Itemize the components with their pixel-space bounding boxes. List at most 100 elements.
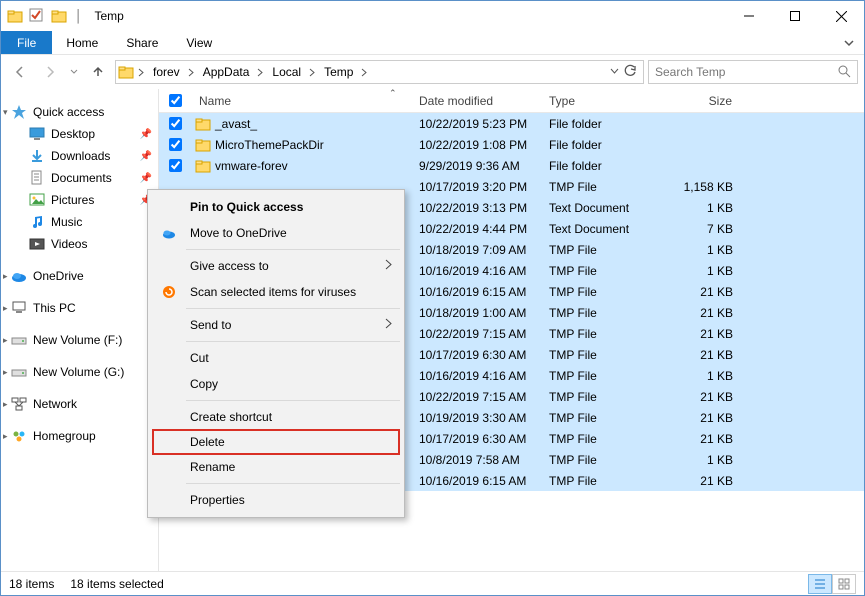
chevron-right-icon[interactable]: ▸: [3, 399, 8, 410]
breadcrumb-segment[interactable]: Temp: [320, 65, 357, 79]
nav-item-label: New Volume (F:): [33, 333, 122, 347]
forward-button[interactable]: [37, 59, 63, 85]
nav-item-downloads[interactable]: Downloads📌: [1, 145, 158, 167]
file-date: 10/8/2019 7:58 AM: [419, 453, 549, 467]
search-icon[interactable]: [837, 64, 851, 81]
chevron-right-icon[interactable]: ▸: [3, 271, 8, 282]
menu-item-rename[interactable]: Rename: [150, 454, 402, 480]
file-size: 1 KB: [661, 243, 745, 257]
recent-locations-button[interactable]: [67, 59, 81, 85]
menu-item-pin-to-quick-access[interactable]: Pin to Quick access: [150, 194, 402, 220]
nav-item-onedrive[interactable]: ▸OneDrive: [1, 265, 158, 287]
chevron-right-icon[interactable]: [186, 65, 197, 79]
menu-item-delete[interactable]: Delete: [152, 429, 400, 455]
minimize-button[interactable]: [726, 1, 772, 31]
menu-item-label: Give access to: [190, 259, 269, 273]
view-tab[interactable]: View: [172, 31, 226, 54]
file-size: 21 KB: [661, 411, 745, 425]
row-checkbox[interactable]: [169, 159, 195, 172]
nav-item-new-volume-f-[interactable]: ▸ New Volume (F:): [1, 329, 158, 351]
item-count: 18 items: [9, 577, 54, 591]
file-type: File folder: [549, 138, 661, 152]
folder-open-icon[interactable]: [51, 8, 67, 24]
column-type[interactable]: Type: [549, 94, 661, 108]
file-size: 1,158 KB: [661, 180, 745, 194]
chevron-down-icon[interactable]: ▾: [3, 107, 8, 118]
row-checkbox[interactable]: [169, 117, 195, 130]
address-dropdown-icon[interactable]: [610, 65, 619, 79]
chevron-right-icon[interactable]: [307, 65, 318, 79]
file-type: TMP File: [549, 390, 661, 404]
file-type: File folder: [549, 159, 661, 173]
folder-icon: [118, 64, 134, 80]
chevron-right-icon[interactable]: ▸: [3, 367, 8, 378]
nav-item-videos[interactable]: Videos: [1, 233, 158, 255]
nav-item-documents[interactable]: Documents📌: [1, 167, 158, 189]
nav-item-homegroup[interactable]: ▸Homegroup: [1, 425, 158, 447]
share-tab[interactable]: Share: [112, 31, 172, 54]
menu-item-label: Create shortcut: [190, 410, 272, 424]
menu-item-properties[interactable]: Properties: [150, 487, 402, 513]
search-box[interactable]: Search Temp: [648, 60, 858, 84]
file-type: TMP File: [549, 474, 661, 488]
close-button[interactable]: [818, 1, 864, 31]
menu-separator: [186, 341, 400, 342]
quick-access-icon: [11, 104, 27, 120]
breadcrumb-segment[interactable]: forev: [149, 65, 184, 79]
nav-item-music[interactable]: Music: [1, 211, 158, 233]
quick-access-group[interactable]: ▾ Quick access: [1, 101, 158, 123]
file-date: 10/22/2019 7:15 AM: [419, 327, 549, 341]
column-date[interactable]: Date modified: [419, 94, 549, 108]
maximize-button[interactable]: [772, 1, 818, 31]
select-all-checkbox[interactable]: [169, 94, 195, 107]
file-row[interactable]: _avast_10/22/2019 5:23 PMFile folder: [159, 113, 864, 134]
file-tab[interactable]: File: [1, 31, 52, 54]
folder-icon: [195, 137, 211, 153]
large-icons-view-button[interactable]: [832, 574, 856, 594]
column-name[interactable]: Name: [195, 94, 419, 108]
up-button[interactable]: [85, 59, 111, 85]
chevron-right-icon[interactable]: ▸: [3, 303, 8, 314]
menu-item-cut[interactable]: Cut: [150, 345, 402, 371]
column-size[interactable]: Size: [661, 94, 745, 108]
nav-item-pictures[interactable]: Pictures📌: [1, 189, 158, 211]
file-date: 9/29/2019 9:36 AM: [419, 159, 549, 173]
breadcrumb-segment[interactable]: AppData: [199, 65, 254, 79]
folder-icon: [195, 116, 211, 132]
file-row[interactable]: vmware-forev9/29/2019 9:36 AMFile folder: [159, 155, 864, 176]
menu-item-move-to-onedrive[interactable]: Move to OneDrive: [150, 220, 402, 246]
nav-item-desktop[interactable]: Desktop📌: [1, 123, 158, 145]
file-row[interactable]: MicroThemePackDir10/22/2019 1:08 PMFile …: [159, 134, 864, 155]
menu-item-create-shortcut[interactable]: Create shortcut: [150, 404, 402, 430]
menu-item-send-to[interactable]: Send to: [150, 312, 402, 338]
avast-icon: [160, 283, 178, 301]
chevron-right-icon[interactable]: [359, 65, 370, 79]
file-date: 10/16/2019 4:16 AM: [419, 264, 549, 278]
address-bar[interactable]: forev AppData Local Temp: [115, 60, 644, 84]
breadcrumb-segment[interactable]: Local: [268, 65, 305, 79]
file-size: 21 KB: [661, 306, 745, 320]
back-button[interactable]: [7, 59, 33, 85]
nav-item-this-pc[interactable]: ▸ This PC: [1, 297, 158, 319]
menu-item-label: Move to OneDrive: [190, 226, 287, 240]
details-view-button[interactable]: [808, 574, 832, 594]
chevron-right-icon[interactable]: ▸: [3, 335, 8, 346]
refresh-button[interactable]: [623, 64, 637, 81]
chevron-right-icon[interactable]: [136, 65, 147, 79]
home-tab[interactable]: Home: [52, 31, 112, 54]
menu-item-scan-selected-items-for-viruses[interactable]: Scan selected items for viruses: [150, 279, 402, 305]
nav-item-network[interactable]: ▸Network: [1, 393, 158, 415]
nav-item-new-volume-g-[interactable]: ▸New Volume (G:): [1, 361, 158, 383]
file-size: 21 KB: [661, 474, 745, 488]
nav-item-label: This PC: [33, 301, 76, 315]
properties-check-icon[interactable]: [29, 8, 45, 24]
ribbon-expand-icon[interactable]: [834, 31, 864, 54]
file-date: 10/22/2019 1:08 PM: [419, 138, 549, 152]
chevron-right-icon[interactable]: ▸: [3, 431, 8, 442]
row-checkbox[interactable]: [169, 138, 195, 151]
sort-ascending-icon: ⌃: [389, 89, 397, 99]
menu-item-copy[interactable]: Copy: [150, 371, 402, 397]
chevron-right-icon[interactable]: [255, 65, 266, 79]
qat-dropdown-icon[interactable]: │: [75, 9, 83, 23]
menu-item-give-access-to[interactable]: Give access to: [150, 253, 402, 279]
